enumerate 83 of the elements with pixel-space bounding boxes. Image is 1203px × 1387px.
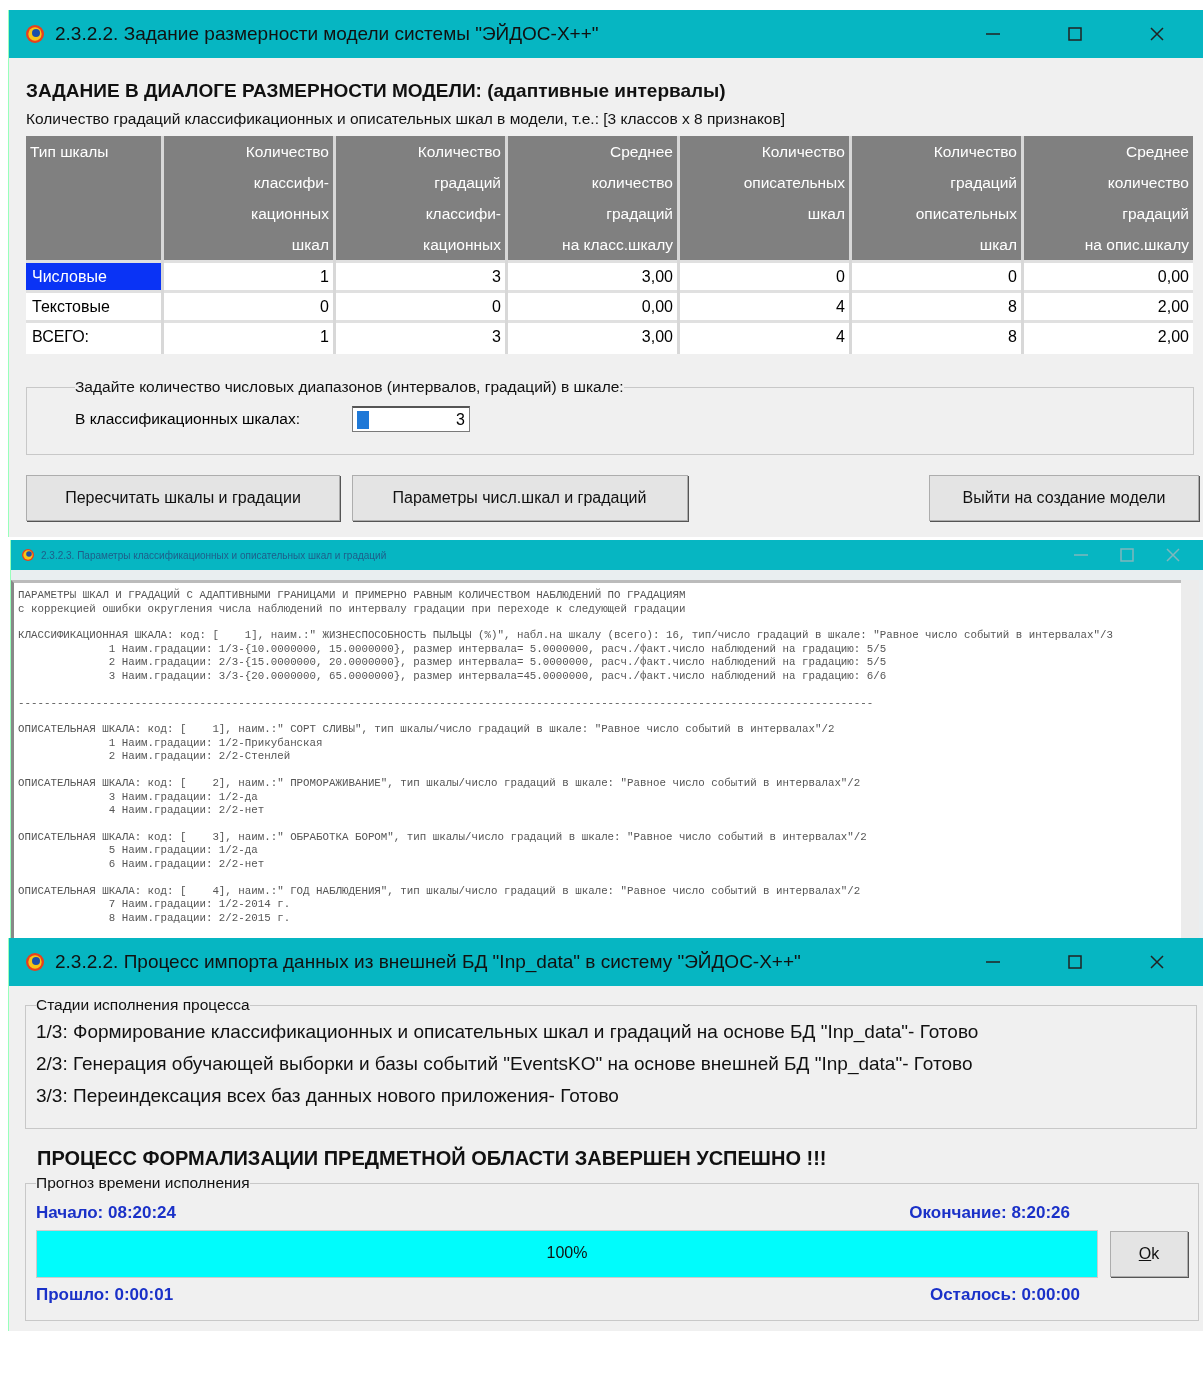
maximize-icon	[1068, 27, 1082, 41]
group-title: Стадии исполнения процесса	[36, 996, 250, 1014]
report-line: 2 Наим.градации: 2/2-Стенлей	[107, 750, 292, 764]
table-cell: 0	[852, 260, 1021, 290]
table-cell: 0,00	[1024, 260, 1193, 290]
report-line: ------------------------------------------------------------------------------------------------------------------------------------	[18, 696, 875, 711]
start-time: Начало: 08:20:24	[36, 1202, 177, 1224]
window-title: 2.3.2.3. Параметры классификационных и описательных шкал и градаций	[41, 549, 387, 561]
table-cell: 2,00	[1024, 320, 1193, 350]
column-header: Среднее количество градаций на класс.шкалу	[508, 136, 677, 260]
table-cell: 0	[680, 260, 849, 290]
table-cell: 3	[336, 320, 505, 350]
table-cell: 4	[680, 320, 849, 350]
stage-line: 2/3: Генерация обучающей выборки и базы событий "EventsKO" на основе внешней БД "Inp_data"- Готово	[36, 1052, 974, 1077]
report-line: 3 Наим.градации: 3/3-{20.0000000, 65.0000000}, размер интервала=45.0000000, расч./факт.число наблюдений на градацию: 6/6	[107, 669, 888, 684]
report-line: ОПИСАТЕЛЬНАЯ ШКАЛА: код: [ 4], наим.:" ГОД НАБЛЮДЕНИЯ", тип шкалы/число градаций в шкале: "Равное число событий в интервалах"/2	[18, 884, 862, 899]
close-icon	[1150, 27, 1164, 41]
ok-button[interactable]: Ok	[1110, 1231, 1188, 1277]
remaining-time: Осталось: 0:00:00	[929, 1284, 1080, 1306]
field-label: В классификационных шкалах:	[75, 410, 300, 428]
report-line: ОПИСАТЕЛЬНАЯ ШКАЛА: код: [ 3], наим.:" ОБРАБОТКА БОРОМ", тип шкалы/число градаций в шкале: "Равное число событий в интервалах"/2	[18, 830, 868, 845]
end-time: Окончание: 8:20:26	[909, 1202, 1070, 1224]
elapsed-time: Прошло: 0:00:01	[36, 1284, 174, 1306]
app-logo-icon	[21, 548, 35, 562]
minimize-icon	[986, 961, 1000, 963]
report-line: 8 Наим.градации: 2/2-2015 г.	[107, 911, 292, 926]
report-line: КЛАССИФИКАЦИОННАЯ ШКАЛА: код: [ 1], наим.:" ЖИЗНЕСПОСОБНОСТЬ ПЫЛЬЦЫ (%)", набл.на шкалу (всего): 16, тип/число градаций в шкале: "Равное число событий в интервалах"/3	[18, 629, 1114, 643]
group-title: Задайте количество числовых диапазонов (интервалов, градаций) в шкале:	[75, 378, 624, 396]
table-cell: 0,00	[508, 290, 677, 320]
app-logo-icon	[25, 24, 45, 44]
group-title: Прогноз времени исполнения	[36, 1174, 250, 1192]
report-line: ОПИСАТЕЛЬНАЯ ШКАЛА: код: [ 1], наим.:" СОРТ СЛИВЫ", тип шкалы/число градаций в шкале: "Равное число событий в интервалах"/2	[18, 723, 836, 737]
column-header: Количество градаций описательных шкал	[852, 136, 1021, 260]
report-line: 6 Наим.градации: 2/2-нет	[107, 857, 266, 872]
report-line: 1 Наим.градации: 1/2-Прикубанская	[107, 736, 324, 751]
report-line: 2 Наим.градации: 2/3-{15.0000000, 20.0000000}, размер интервала= 5.0000000, расч./факт.число наблюдений на градацию: 5/5	[107, 656, 888, 670]
column-header: Количество описательных шкал	[680, 136, 849, 260]
column-header: Количество классифи- кационных шкал	[164, 136, 333, 260]
table-cell[interactable]: Числовые	[26, 260, 161, 290]
app-logo-icon	[25, 952, 45, 972]
scrollbar[interactable]	[1181, 580, 1199, 938]
close-icon	[1166, 548, 1180, 562]
minimize-icon	[986, 33, 1000, 35]
table-cell: 0	[336, 290, 505, 320]
report-line: ОПИСАТЕЛЬНАЯ ШКАЛА: код: [ 2], наим.:" ПРОМОРАЖИВАНИЕ", тип шкалы/число градаций в шкале: "Равное число событий в интервалах"/2	[18, 776, 862, 791]
table-cell: 8	[852, 320, 1021, 350]
report-line: 5 Наим.градации: 1/2-да	[107, 844, 259, 858]
table-cell[interactable]: Текстовые	[26, 290, 161, 320]
result-message: ПРОЦЕСС ФОРМАЛИЗАЦИИ ПРЕДМЕТНОЙ ОБЛАСТИ ЗАВЕРШЕН УСПЕШНО !!!	[37, 1147, 828, 1170]
table-cell: 3,00	[508, 260, 677, 290]
dialog-heading: ЗАДАНИЕ В ДИАЛОГЕ РАЗМЕРНОСТИ МОДЕЛИ: (адаптивные интервалы)	[26, 80, 727, 102]
action-button[interactable]: Параметры числ.шкал и градаций	[351, 475, 688, 521]
window-title: 2.3.2.2. Задание размерности модели системы "ЭЙДОС-X++"	[55, 23, 599, 45]
close-icon	[1150, 955, 1164, 969]
report-line: 1 Наим.градации: 1/3-{10.0000000, 15.0000000}, размер интервала= 5.0000000, расч./факт.число наблюдений на градацию: 5/5	[107, 642, 888, 656]
column-header: Количество градаций классифи- кационных	[336, 136, 505, 260]
window-title: 2.3.2.2. Процесс импорта данных из внешней БД "Inp_data" в систему "ЭЙДОС-X++"	[55, 951, 801, 973]
table-cell: 4	[680, 290, 849, 320]
action-button[interactable]: Выйти на создание модели	[929, 475, 1199, 521]
table-cell: 8	[852, 290, 1021, 320]
table-cell: 1	[164, 260, 333, 290]
action-button[interactable]: Пересчитать шкалы и градации	[26, 475, 340, 521]
table-cell: 3	[336, 260, 505, 290]
table-cell: 3,00	[508, 320, 677, 350]
table-cell[interactable]: ВСЕГО:	[26, 320, 161, 350]
progress-label: 100%	[545, 1244, 589, 1262]
number-field[interactable]: 3	[351, 406, 470, 432]
table-cell: 0	[164, 290, 333, 320]
maximize-icon	[1068, 955, 1082, 969]
dialog-subtitle: Количество градаций классификационных и описательных шкал в модели, т.е.: [3 классов x 8 признаков]	[26, 110, 787, 128]
report-line: ПАРАМЕТРЫ ШКАЛ И ГРАДАЦИЙ С АДАПТИВНЫМИ ГРАНИЦАМИ И ПРИМЕРНО РАВНЫМ КОЛИЧЕСТВОМ НАБЛЮДЕНИЙ ПО ГРАДАЦИЯМ	[18, 589, 687, 603]
report-line: 7 Наим.градации: 1/2-2014 г.	[107, 898, 292, 912]
column-header: Среднее количество градаций на опис.шкалу	[1024, 136, 1193, 260]
table-cell: 2,00	[1024, 290, 1193, 320]
report-line: 4 Наим.градации: 2/2-нет	[107, 804, 266, 818]
report-line: с коррекцией ошибки округления числа наблюдений по интервалу градации при переходе к следующей градации	[18, 602, 687, 617]
table-cell: 1	[164, 320, 333, 350]
stage-line: 3/3: Переиндексация всех баз данных нового приложения- Готово	[36, 1084, 620, 1108]
stage-line: 1/3: Формирование классификационных и описательных шкал и градаций на основе БД "Inp_data"- Готово	[36, 1020, 980, 1045]
maximize-icon	[1120, 548, 1134, 562]
minimize-icon	[1074, 554, 1088, 556]
column-header: Тип шкалы	[26, 136, 161, 260]
report-line: 3 Наим.градации: 1/2-да	[107, 790, 259, 805]
